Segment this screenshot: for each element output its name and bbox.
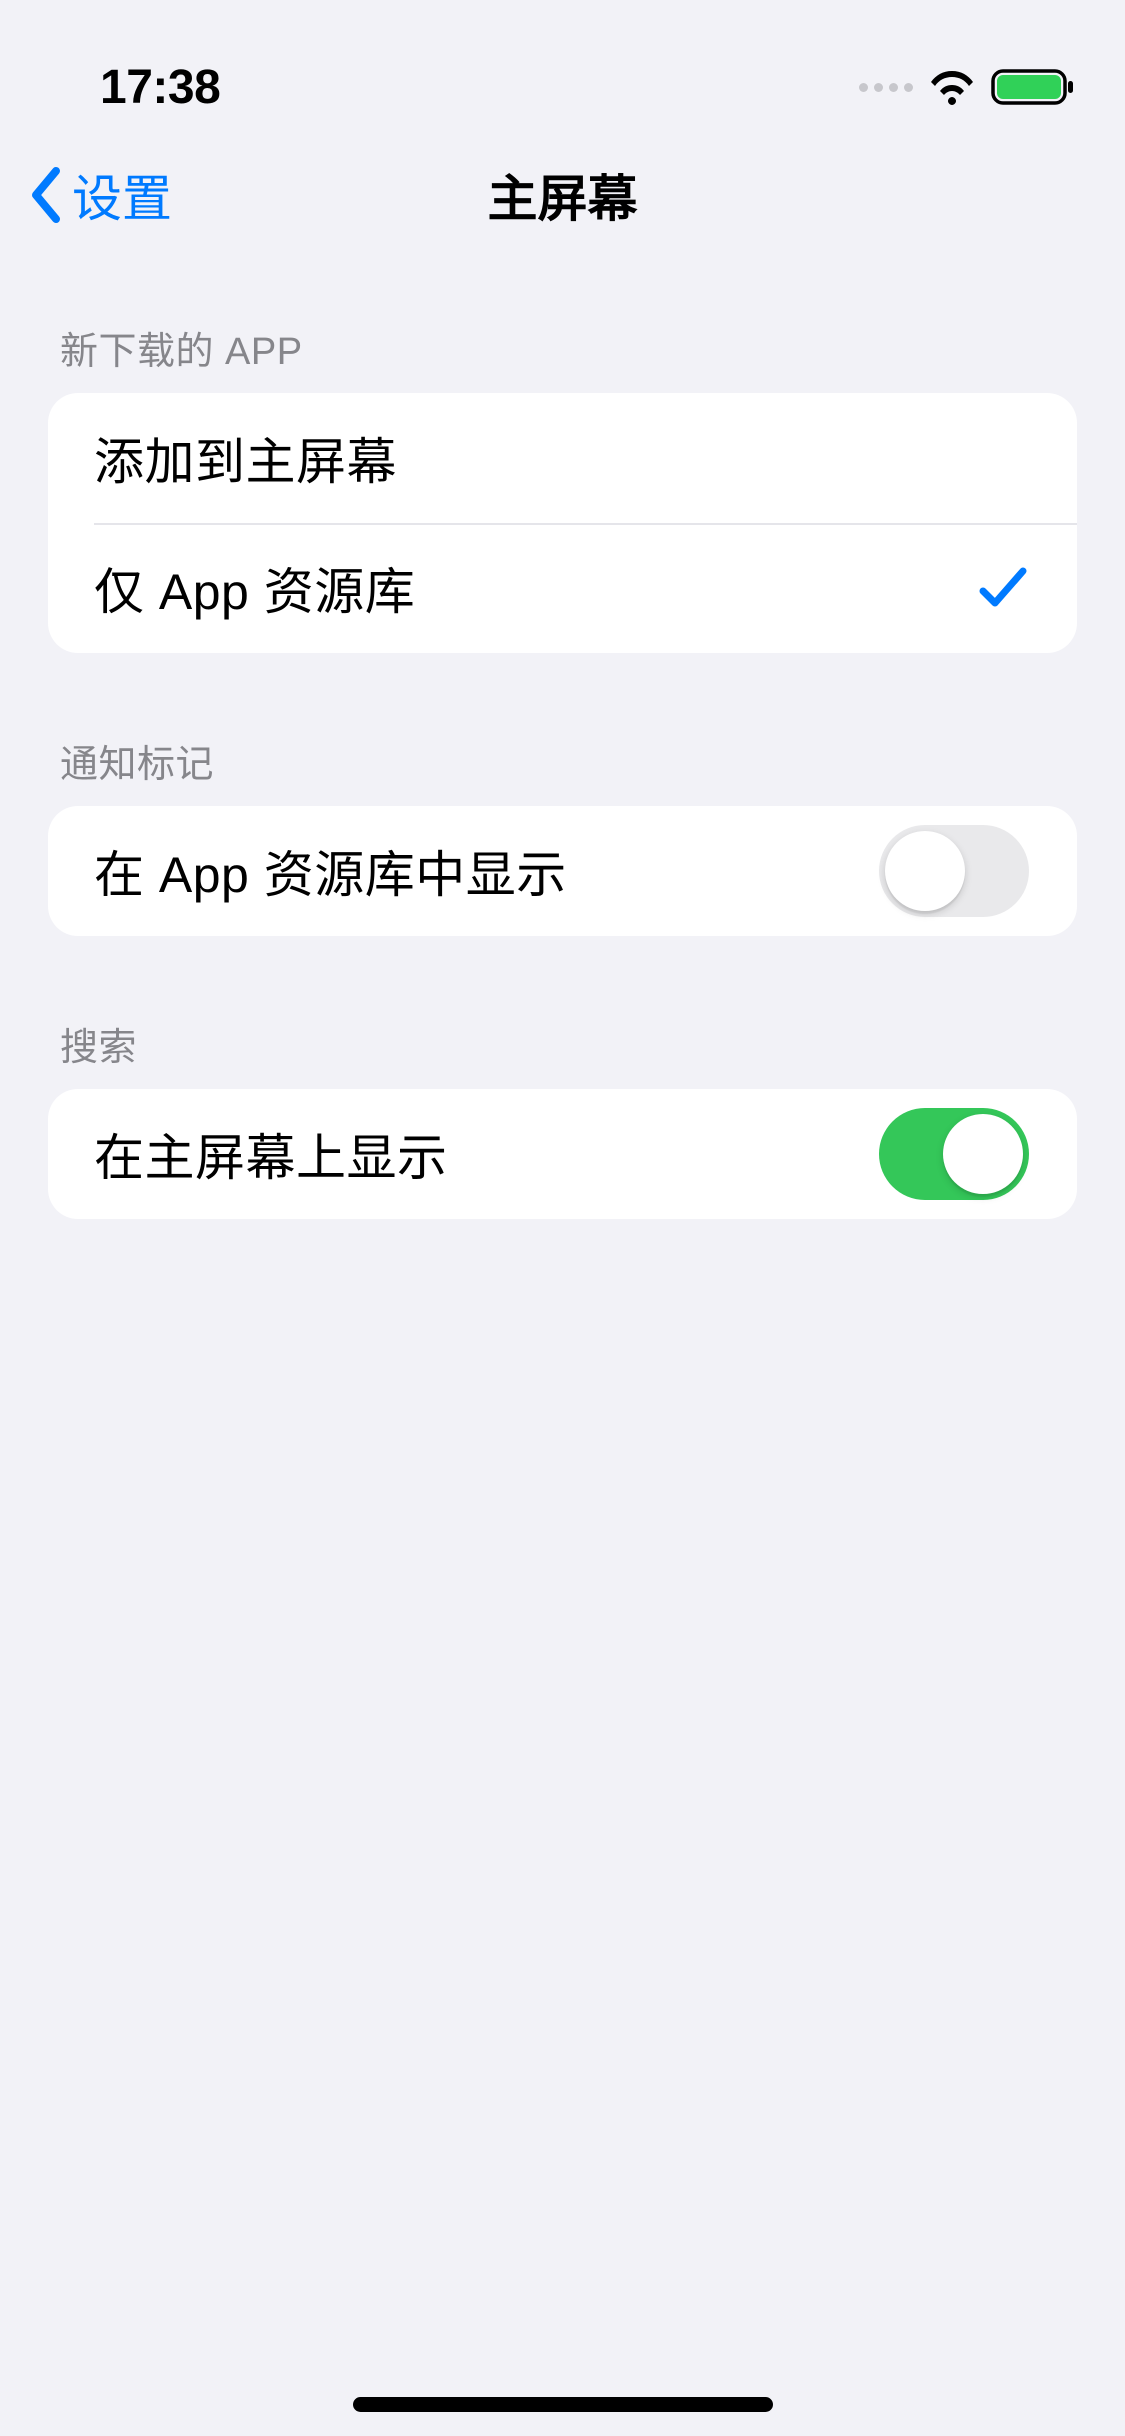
option-label: 添加到主屏幕: [94, 422, 397, 494]
list-new-downloads: 添加到主屏幕 仅 App 资源库: [48, 393, 1077, 653]
toggle-show-on-home[interactable]: [879, 1108, 1029, 1200]
nav-bar: 设置 主屏幕: [0, 130, 1125, 260]
row-label: 在主屏幕上显示: [94, 1118, 448, 1190]
page-title: 主屏幕: [488, 159, 638, 231]
status-indicators: [859, 67, 1075, 107]
list-search: 在主屏幕上显示: [48, 1089, 1077, 1219]
row-label: 在 App 资源库中显示: [94, 835, 567, 907]
option-app-library-only[interactable]: 仅 App 资源库: [48, 523, 1077, 653]
row-show-on-home: 在主屏幕上显示: [48, 1089, 1077, 1219]
chevron-left-icon: [28, 165, 64, 225]
row-show-in-library: 在 App 资源库中显示: [48, 806, 1077, 936]
toggle-show-in-library[interactable]: [879, 825, 1029, 917]
status-time: 17:38: [100, 60, 220, 115]
section-new-downloads: 新下载的 APP 添加到主屏幕 仅 App 资源库: [0, 320, 1125, 653]
signal-dots-icon: [859, 83, 913, 92]
status-bar: 17:38: [0, 0, 1125, 130]
list-badges: 在 App 资源库中显示: [48, 806, 1077, 936]
back-label: 设置: [72, 159, 172, 231]
section-search: 搜索 在主屏幕上显示: [0, 1016, 1125, 1219]
home-indicator[interactable]: [353, 2397, 773, 2412]
checkmark-icon: [977, 563, 1029, 613]
switch-knob: [885, 831, 965, 911]
option-add-to-home[interactable]: 添加到主屏幕: [48, 393, 1077, 523]
section-header-search: 搜索: [0, 1016, 1125, 1089]
section-badges: 通知标记 在 App 资源库中显示: [0, 733, 1125, 936]
option-label: 仅 App 资源库: [94, 552, 415, 624]
battery-icon: [991, 67, 1075, 107]
content: 新下载的 APP 添加到主屏幕 仅 App 资源库 通知标记 在 App 资源库…: [0, 260, 1125, 1219]
switch-knob: [943, 1114, 1023, 1194]
section-header-badges: 通知标记: [0, 733, 1125, 806]
section-header-new-downloads: 新下载的 APP: [0, 320, 1125, 393]
back-button[interactable]: 设置: [28, 159, 172, 231]
wifi-icon: [927, 68, 977, 106]
